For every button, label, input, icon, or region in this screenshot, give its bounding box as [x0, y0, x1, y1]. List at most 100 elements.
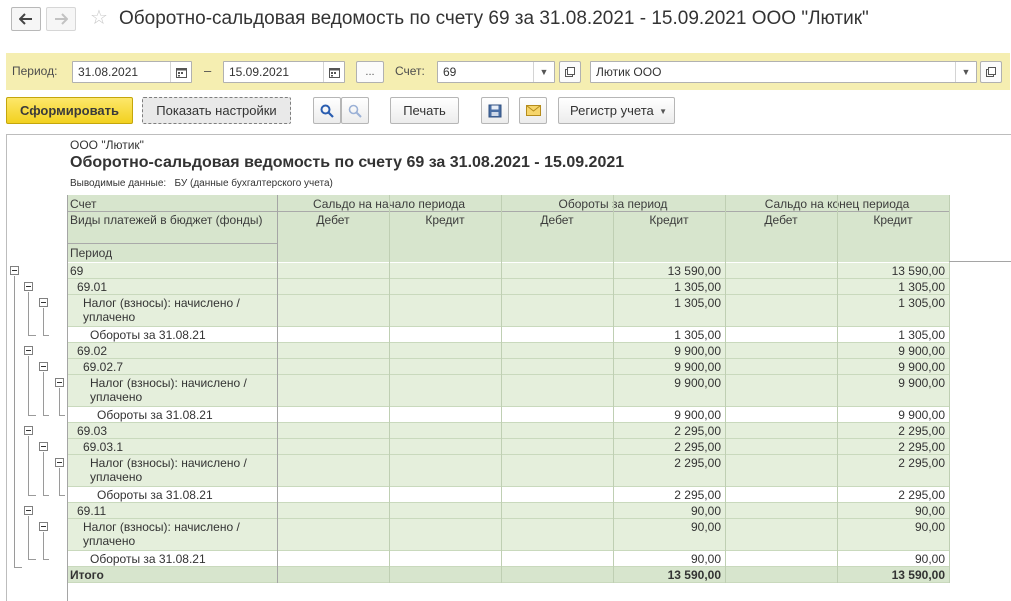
collapse-toggle-icon[interactable]	[39, 362, 48, 371]
organization-field[interactable]: Лютик ООО ▼	[590, 61, 977, 83]
collapse-toggle-icon[interactable]	[39, 298, 48, 307]
dropdown-arrow-icon[interactable]: ▼	[533, 62, 554, 82]
tree-connector-line	[28, 335, 36, 336]
search-button[interactable]	[313, 97, 341, 124]
calendar-icon[interactable]	[323, 62, 344, 82]
tree-connector-line	[28, 495, 36, 496]
show-settings-button[interactable]: Показать настройки	[142, 97, 291, 124]
turnover-credit-cell: 2 295,00	[674, 440, 721, 454]
period-label: Период:	[12, 64, 58, 78]
period-select-button[interactable]: ...	[356, 61, 384, 83]
turnover-credit-cell: 2 295,00	[674, 488, 721, 502]
account-group-row[interactable]: 69.03 2 295,00 2 295,00	[7, 423, 1011, 439]
account-group-row[interactable]: 69.03.1 2 295,00 2 295,00	[7, 439, 1011, 455]
header-period: Период	[70, 246, 113, 260]
closing-credit-cell: 9 900,00	[898, 344, 945, 358]
row-background	[67, 423, 949, 439]
total-row[interactable]: Итого 13 590,00 13 590,00	[7, 567, 1011, 583]
budget-type-row[interactable]: Налог (взносы): начислено / уплачено 9 90…	[7, 375, 1011, 407]
back-button[interactable]	[11, 7, 41, 31]
tree-connector-line	[43, 559, 49, 560]
closing-credit-cell: 2 295,00	[898, 440, 945, 454]
tree-connector-line	[28, 559, 36, 560]
budget-type-row[interactable]: Налог (взносы): начислено / уплачено 2 29…	[7, 455, 1011, 487]
turnover-credit-cell: 2 295,00	[674, 424, 721, 438]
row-label: 69	[70, 264, 84, 278]
forward-button[interactable]	[46, 7, 76, 31]
turnover-credit-cell: 9 900,00	[674, 344, 721, 358]
search-icon	[320, 104, 334, 118]
organization-open-button[interactable]	[980, 61, 1002, 83]
page-title: Оборотно-сальдовая ведомость по счету 69…	[119, 8, 869, 29]
closing-credit-cell: 2 295,00	[898, 488, 945, 502]
turnover-credit-cell: 9 900,00	[674, 376, 721, 390]
column-divider	[613, 195, 614, 583]
row-label: Налог (взносы): начислено / уплачено	[83, 520, 240, 548]
row-label: 69.02.7	[83, 360, 124, 374]
tree-connector-line	[28, 436, 29, 496]
report-parameters-bar: Период: 31.08.2021 – 15.09.2021 ... Счет…	[6, 53, 1010, 90]
turnover-credit-cell: 1 305,00	[674, 328, 721, 342]
collapse-toggle-icon[interactable]	[55, 458, 64, 467]
budget-type-row[interactable]: Налог (взносы): начислено / уплачено 90,0…	[7, 519, 1011, 551]
collapse-toggle-icon[interactable]	[39, 522, 48, 531]
command-bar: Сформировать Показать настройки Печать Р…	[0, 97, 1011, 127]
collapse-toggle-icon[interactable]	[24, 426, 33, 435]
account-group-row[interactable]: 69.11 90,00 90,00	[7, 503, 1011, 519]
tree-connector-line	[59, 388, 60, 415]
account-open-button[interactable]	[559, 61, 581, 83]
row-background	[67, 503, 949, 519]
open-icon	[986, 67, 996, 77]
turnover-credit-cell: 13 590,00	[667, 264, 721, 278]
tree-connector-line	[28, 292, 29, 336]
report-output-data: Выводимые данные: БУ (данные бухгалтерск…	[70, 178, 333, 189]
collapse-toggle-icon[interactable]	[24, 346, 33, 355]
budget-type-row[interactable]: Налог (взносы): начислено / уплачено 1 30…	[7, 295, 1011, 327]
tree-connector-line	[59, 415, 65, 416]
account-group-row[interactable]: 69 13 590,00 13 590,00	[7, 263, 1011, 279]
account-group-row[interactable]: 69.02.7 9 900,00 9 900,00	[7, 359, 1011, 375]
account-group-row[interactable]: 69.02 9 900,00 9 900,00	[7, 343, 1011, 359]
account-group-row[interactable]: 69.01 1 305,00 1 305,00	[7, 279, 1011, 295]
collapse-toggle-icon[interactable]	[39, 442, 48, 451]
row-label: Обороты за 31.08.21	[97, 488, 213, 502]
row-label: 69.01	[77, 280, 108, 294]
calendar-icon[interactable]	[170, 62, 191, 82]
column-divider	[949, 195, 950, 583]
closing-credit-cell: 2 295,00	[898, 424, 945, 438]
turnover-credit-cell: 1 305,00	[674, 280, 721, 294]
header-budget-types: Виды платежей в бюджет (фонды)	[70, 213, 263, 227]
tree-connector-line	[59, 495, 65, 496]
row-background	[67, 359, 949, 375]
save-button[interactable]	[481, 97, 509, 124]
period-to-field[interactable]: 15.09.2021	[223, 61, 345, 83]
tree-connector-line	[59, 468, 60, 495]
favorite-star-icon[interactable]: ☆	[90, 6, 108, 30]
generate-button[interactable]: Сформировать	[6, 97, 133, 124]
period-row[interactable]: Обороты за 31.08.21 90,00 90,00	[7, 551, 1011, 567]
print-button[interactable]: Печать	[390, 97, 459, 124]
tree-connector-line	[14, 276, 15, 568]
report-sheet: ООО "Лютик" Оборотно-сальдовая ведомость…	[6, 134, 1011, 601]
accounting-register-button[interactable]: Регистр учета ▼	[558, 97, 675, 124]
send-email-button[interactable]	[519, 97, 547, 124]
collapse-toggle-icon[interactable]	[10, 266, 19, 275]
row-label: 69.02	[77, 344, 108, 358]
closing-credit-cell: 13 590,00	[891, 568, 945, 582]
period-row[interactable]: Обороты за 31.08.21 1 305,00 1 305,00	[7, 327, 1011, 343]
dropdown-arrow-icon[interactable]: ▼	[955, 62, 976, 82]
organization-value: Лютик ООО	[596, 65, 662, 79]
search-clear-icon	[348, 104, 362, 118]
account-value: 69	[443, 65, 457, 79]
collapse-toggle-icon[interactable]	[24, 282, 33, 291]
period-row[interactable]: Обороты за 31.08.21 9 900,00 9 900,00	[7, 407, 1011, 423]
header-opening-credit: Кредит	[425, 213, 465, 227]
account-field[interactable]: 69 ▼	[437, 61, 555, 83]
row-background	[67, 439, 949, 455]
turnover-credit-cell: 1 305,00	[674, 296, 721, 310]
collapse-toggle-icon[interactable]	[55, 378, 64, 387]
collapse-toggle-icon[interactable]	[24, 506, 33, 515]
search-clear-button[interactable]	[341, 97, 369, 124]
period-from-field[interactable]: 31.08.2021	[72, 61, 192, 83]
period-row[interactable]: Обороты за 31.08.21 2 295,00 2 295,00	[7, 487, 1011, 503]
